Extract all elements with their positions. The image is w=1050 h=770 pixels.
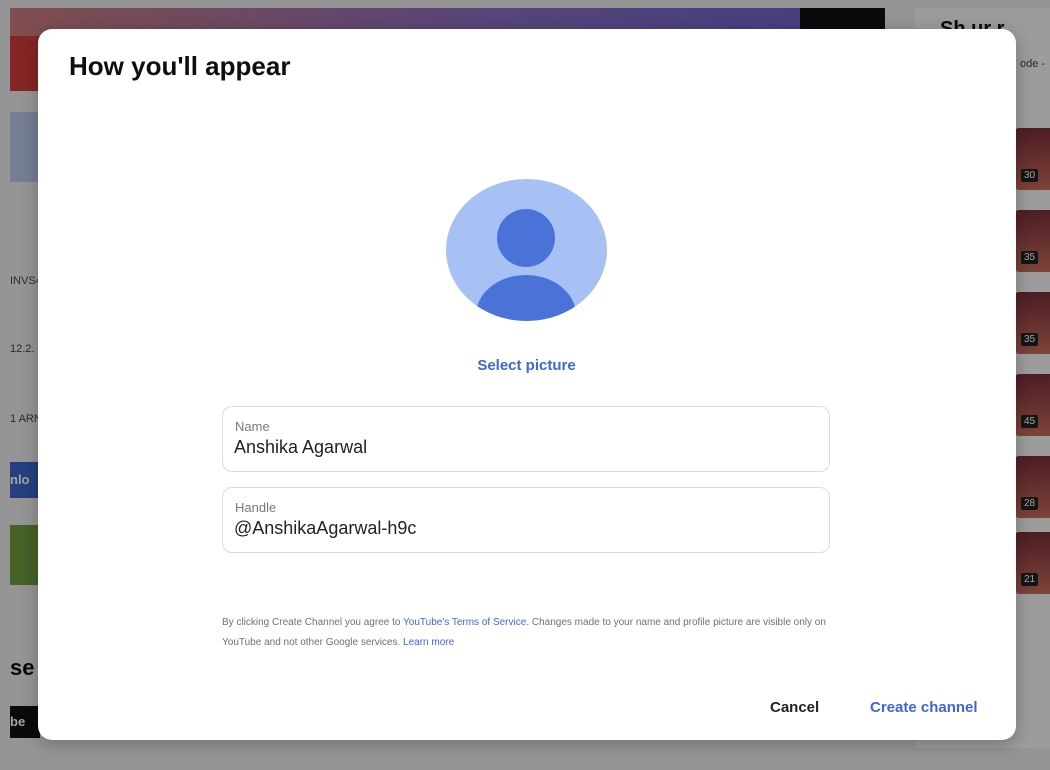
avatar-head-shape [497,209,555,267]
select-picture-link[interactable]: Select picture [446,357,607,374]
learn-more-link[interactable]: Learn more [403,637,454,648]
name-field[interactable]: Name [222,406,830,472]
handle-input[interactable] [234,518,814,539]
handle-field[interactable]: Handle [222,487,830,553]
dialog-title: How you'll appear [69,51,291,81]
terms-disclaimer: By clicking Create Channel you agree to … [222,613,842,653]
name-field-label: Name [235,419,270,434]
name-input[interactable] [234,437,814,458]
create-channel-dialog: How you'll appear Select picture Name Ha… [38,29,1016,740]
avatar-body-shape [476,275,576,321]
terms-of-service-link[interactable]: YouTube's Terms of Service [403,617,526,628]
create-channel-button[interactable]: Create channel [870,699,978,716]
handle-field-label: Handle [235,500,277,515]
cancel-button[interactable]: Cancel [770,699,819,716]
default-avatar-icon[interactable] [446,179,607,321]
disclaimer-text: By clicking Create Channel you agree to [222,617,404,628]
